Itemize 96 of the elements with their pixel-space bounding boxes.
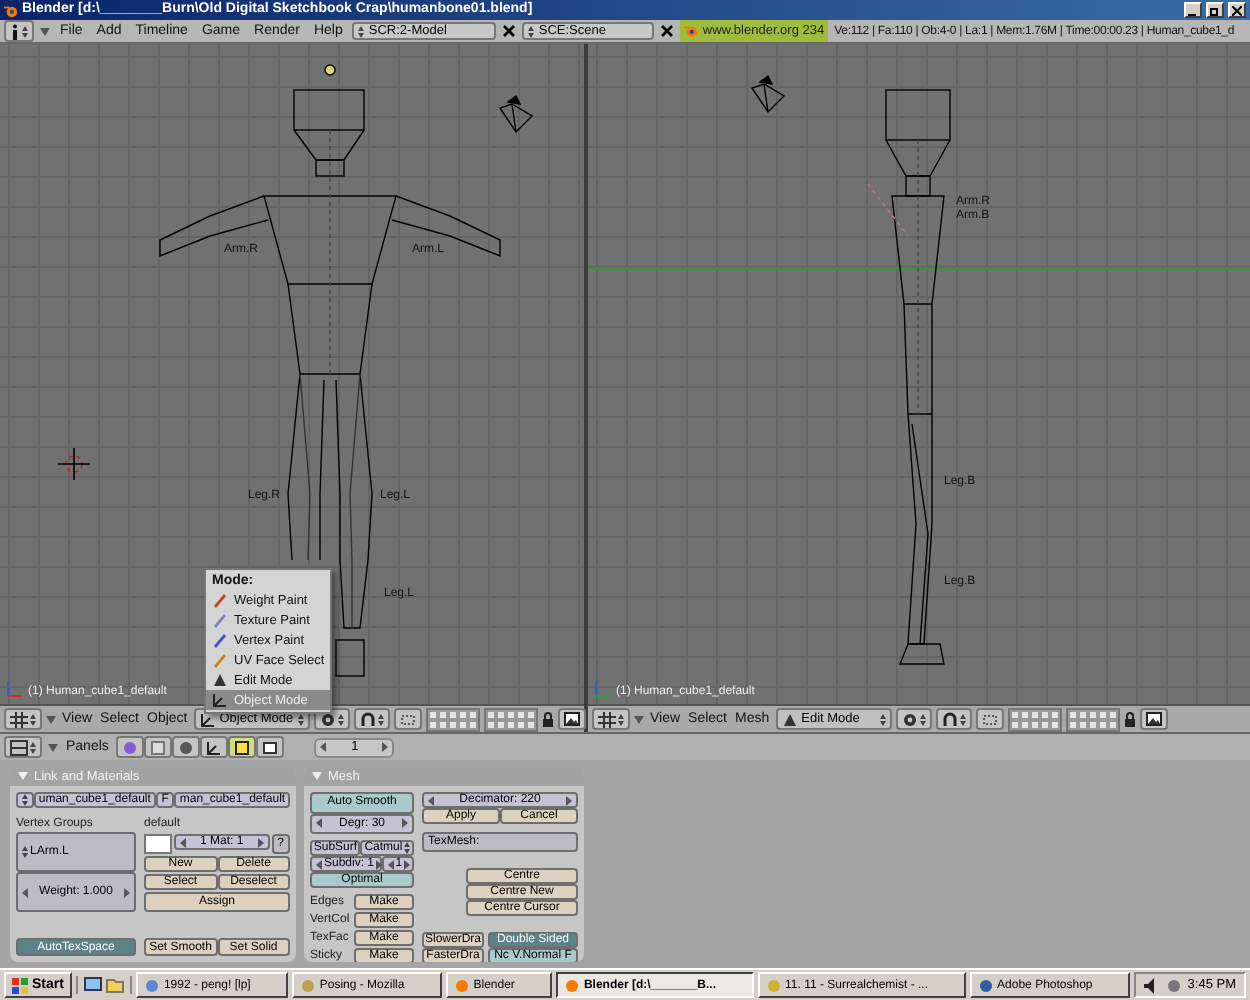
camera-icon [499, 94, 534, 134]
left-arrow-icon [320, 742, 327, 752]
leg-wireframe [335, 559, 369, 677]
picture-icon [1145, 712, 1162, 726]
close-icon [1232, 5, 1242, 15]
context-tab[interactable] [228, 736, 257, 758]
square-icon [234, 739, 251, 755]
left-arrow-icon [180, 837, 186, 847]
app-icon [563, 977, 580, 993]
circle-icon [122, 739, 139, 755]
right-arrow-icon [382, 742, 389, 752]
axes-icon [594, 682, 610, 698]
browse-button[interactable] [16, 792, 34, 808]
up-down-arrows-icon [919, 713, 926, 725]
snap-button[interactable] [975, 708, 1004, 730]
sphere-icon [178, 739, 195, 755]
left-arrow-icon [316, 818, 322, 829]
up-down-arrows-icon [22, 846, 28, 858]
app-icon [765, 977, 782, 993]
window-type-button[interactable] [4, 736, 42, 758]
snap-button[interactable] [393, 708, 422, 730]
context-tab[interactable] [256, 736, 285, 758]
up-down-arrows-icon [959, 713, 966, 725]
close-button[interactable] [1228, 2, 1246, 18]
right-arrow-icon [401, 818, 408, 829]
close-icon[interactable] [660, 24, 675, 38]
desktop-icon[interactable] [83, 976, 102, 994]
axes-icon [212, 692, 228, 708]
triangle-icon[interactable] [18, 772, 28, 780]
windows-logo-icon [12, 977, 28, 993]
axes-icon [6, 682, 22, 698]
up-down-arrows-icon [337, 713, 344, 725]
app-icon [143, 977, 160, 993]
restore-button[interactable] [1206, 2, 1224, 18]
dotted-box-icon [981, 711, 998, 727]
grid-icon [598, 711, 616, 727]
lamp-icon [324, 64, 336, 76]
triangle-icon[interactable] [312, 772, 322, 780]
window-type-button[interactable] [4, 708, 42, 730]
axes-icon [206, 739, 223, 755]
context-tab[interactable] [200, 736, 229, 758]
up-down-arrows-icon [30, 713, 36, 725]
right-arrow-icon [376, 859, 383, 869]
render-button[interactable] [1139, 708, 1168, 730]
lock-icon[interactable] [541, 711, 554, 727]
left-arrow-icon [428, 795, 434, 805]
magnet-icon [359, 711, 376, 727]
up-down-arrows-icon [404, 842, 411, 854]
right-arrow-icon [123, 887, 130, 897]
caret-icon[interactable] [634, 715, 644, 723]
lines-icon [10, 739, 28, 755]
app-icon [299, 977, 316, 993]
up-down-arrows-icon [22, 794, 28, 806]
left-arrow-icon [22, 887, 28, 897]
magnet-icon [941, 711, 958, 727]
speaker-icon[interactable] [1143, 977, 1160, 993]
render-button[interactable] [557, 708, 586, 730]
minimize-button[interactable] [1184, 2, 1202, 18]
caret-icon[interactable] [46, 715, 56, 723]
dotted-box-icon [399, 711, 416, 727]
left-arrow-icon [316, 859, 322, 869]
triangle-icon [212, 672, 228, 688]
picture-icon [563, 712, 580, 726]
caret-icon[interactable] [48, 743, 58, 751]
color-swatch[interactable] [144, 834, 172, 854]
grid-icon [10, 711, 28, 727]
right-arrow-icon [566, 795, 572, 805]
app-icon [977, 977, 994, 993]
right-arrow-icon [404, 859, 411, 869]
close-icon[interactable] [502, 24, 517, 38]
up-down-arrows-icon [528, 25, 535, 37]
pivot-button[interactable] [895, 708, 932, 730]
left-arrow-icon [387, 859, 394, 869]
picture-icon [262, 739, 279, 755]
info-icon [10, 23, 20, 39]
up-down-arrows-icon [377, 713, 384, 725]
up-down-arrows-icon [22, 25, 28, 37]
axes-icon [199, 711, 216, 727]
triangle-icon [781, 711, 798, 727]
up-down-arrows-icon [358, 25, 365, 37]
up-down-arrows-icon [879, 713, 886, 725]
manipulator-button[interactable] [353, 708, 390, 730]
up-down-arrows-icon [618, 713, 624, 725]
window-type-button[interactable] [4, 20, 34, 42]
right-arrow-icon [257, 837, 264, 847]
up-down-arrows-icon [30, 741, 36, 753]
cursor-icon [57, 447, 91, 481]
camera-icon [751, 74, 786, 114]
window-type-button[interactable] [592, 708, 630, 730]
lock-icon[interactable] [1123, 711, 1136, 727]
restore-icon [1210, 5, 1220, 15]
app-icon [453, 977, 470, 993]
up-down-arrows-icon [297, 713, 304, 725]
manipulator-button[interactable] [935, 708, 972, 730]
square-icon [150, 739, 167, 755]
caret-icon[interactable] [40, 27, 50, 35]
